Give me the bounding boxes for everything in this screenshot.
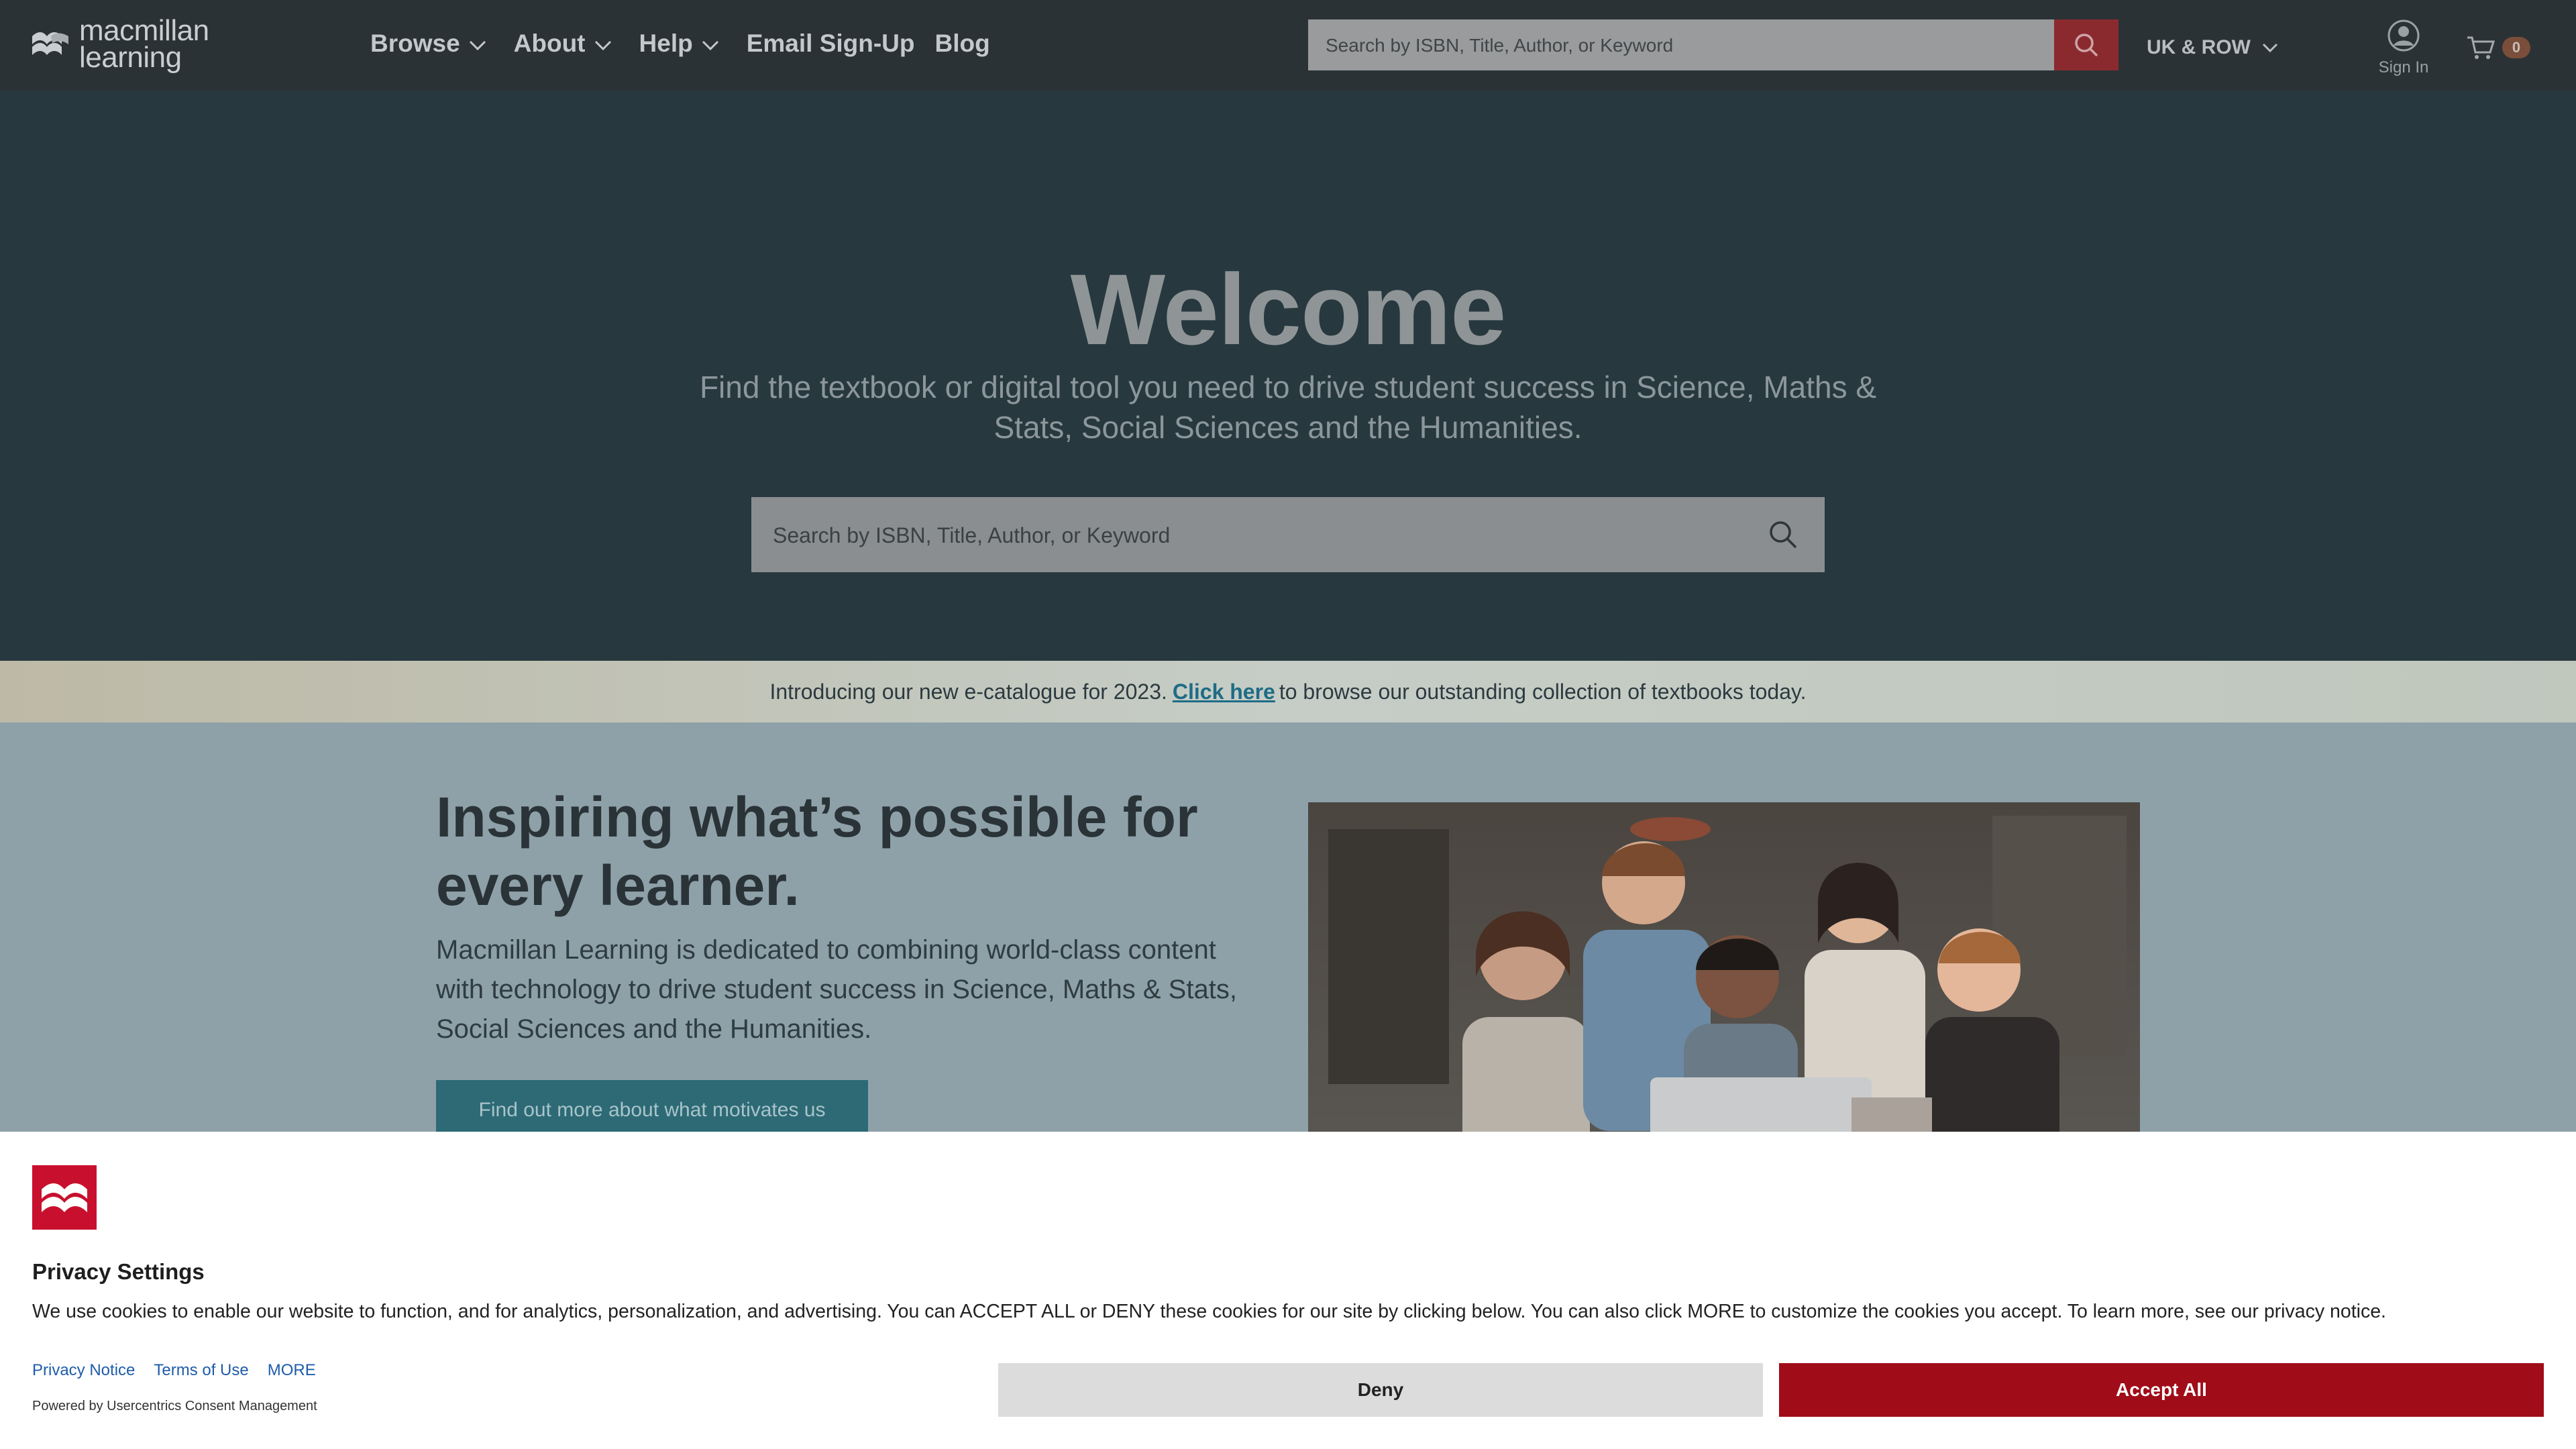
hero-search-input[interactable] (751, 497, 1754, 574)
banner-click-here-link[interactable]: Click here (1173, 680, 1275, 704)
terms-of-use-link[interactable]: Terms of Use (154, 1361, 248, 1380)
privacy-links: Privacy Notice Terms of Use MORE (32, 1361, 335, 1380)
chevron-down-icon (469, 40, 486, 51)
search-icon (2075, 34, 2098, 57)
hero-section: Welcome Find the textbook or digital too… (0, 91, 2576, 661)
chevron-down-icon (594, 40, 611, 51)
accept-all-button[interactable]: Accept All (1779, 1363, 2544, 1417)
nav-browse-label: Browse (370, 30, 460, 57)
macmillan-logo-icon (32, 1165, 97, 1230)
region-label: UK & ROW (2147, 36, 2251, 58)
privacy-settings-panel: Privacy Settings We use cookies to enabl… (0, 1132, 2576, 1449)
banner-text: Introducing our new e-catalogue for 2023… (0, 661, 2576, 722)
nav-email-signup-label: Email Sign-Up (746, 30, 915, 57)
sign-in-link[interactable]: Sign In (2375, 19, 2432, 77)
header-search-input[interactable] (1308, 19, 2051, 72)
logo-mark-icon (32, 32, 68, 55)
header-search-button[interactable] (2054, 19, 2118, 70)
logo-text-line-2: learning (79, 41, 182, 74)
cart-count-badge: 0 (2502, 37, 2530, 58)
nav-browse[interactable]: Browse (370, 30, 487, 58)
logo-text-line-1: macmillan (79, 14, 209, 47)
user-icon (2387, 19, 2420, 52)
site-header: macmillan learning Browse About Help Ema… (0, 0, 2576, 91)
chevron-down-icon (702, 40, 718, 51)
privacy-notice-link[interactable]: Privacy Notice (32, 1361, 135, 1380)
banner-text-before: Introducing our new e-catalogue for 2023… (769, 679, 1167, 704)
mission-title: Inspiring what’s possible for every lear… (436, 786, 1198, 917)
banner-text-after: to browse our outstanding collection of … (1279, 679, 1807, 704)
region-selector[interactable]: UK & ROW (2147, 36, 2279, 59)
hero-title: Welcome (1070, 253, 1507, 366)
hero-search (751, 497, 1825, 574)
chevron-down-icon (2262, 43, 2278, 53)
nav-help[interactable]: Help (639, 30, 720, 58)
mission-body: Macmillan Learning is dedicated to combi… (436, 935, 1237, 1044)
catalogue-banner: Introducing our new e-catalogue for 2023… (0, 661, 2576, 722)
privacy-settings-title: Privacy Settings (32, 1259, 205, 1284)
powered-by-text: Powered by Usercentrics Consent Manageme… (32, 1399, 317, 1413)
more-link[interactable]: MORE (268, 1361, 316, 1380)
hero-subtitle: Find the textbook or digital tool you ne… (699, 370, 1877, 445)
deny-button[interactable]: Deny (998, 1363, 1763, 1417)
nav-about[interactable]: About (514, 30, 612, 58)
main-nav: Browse About Help Email Sign-Up Blog (370, 30, 1010, 58)
logo-text: macmillan learning (79, 14, 209, 74)
nav-blog-label: Blog (934, 30, 990, 57)
header-search (1308, 19, 2054, 72)
nav-blog[interactable]: Blog (935, 30, 990, 58)
nav-email-signup[interactable]: Email Sign-Up (747, 30, 915, 58)
nav-about-label: About (513, 30, 586, 57)
cart-button[interactable]: 0 (2466, 35, 2530, 60)
sign-in-label: Sign In (2378, 58, 2429, 76)
nav-help-label: Help (639, 30, 693, 57)
cart-icon (2467, 36, 2496, 59)
search-icon[interactable] (1767, 519, 1799, 551)
logo-mark-icon (42, 1183, 87, 1212)
privacy-settings-text: We use cookies to enable our website to … (32, 1301, 2386, 1322)
macmillan-learning-logo[interactable]: macmillan learning (31, 14, 209, 74)
page: macmillan learning Browse About Help Ema… (0, 0, 2576, 1449)
